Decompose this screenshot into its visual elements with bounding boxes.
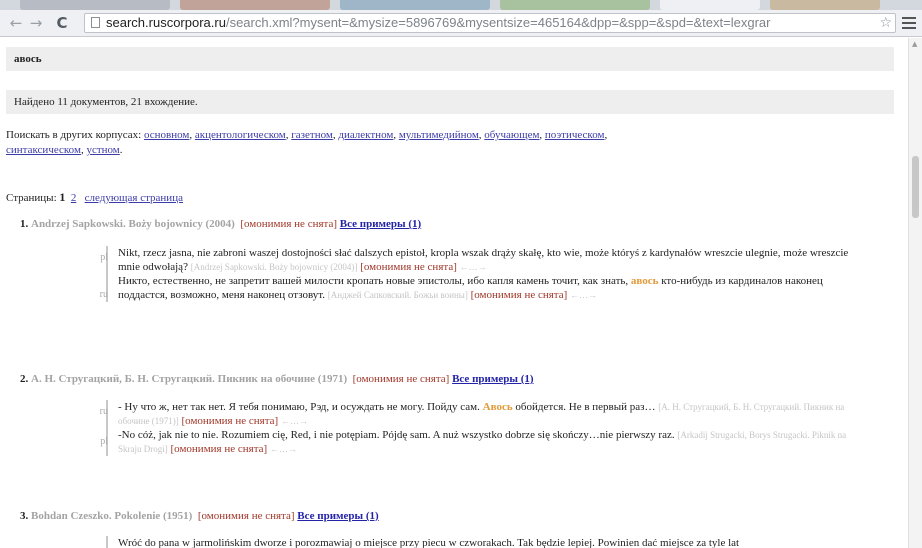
homonymy-note: [омонимия не снята] xyxy=(470,289,568,301)
example-ru: ru - Ну что ж, нет так нет. Я тебя поним… xyxy=(100,400,866,428)
corpus-link[interactable]: мультимедийном xyxy=(399,129,479,141)
document-title[interactable]: А. Н. Стругацкий, Б. Н. Стругацкий. Пикн… xyxy=(31,373,347,385)
reload-icon[interactable]: C xyxy=(52,13,72,33)
example-source: [Анджей Сапковский. Божьи воины] xyxy=(327,290,468,300)
corpus-link[interactable]: основном xyxy=(144,129,189,141)
pagination: Страницы: 1 2 следующая страница xyxy=(6,190,183,205)
url-host: search.ruscorpora.ru xyxy=(106,15,226,30)
menu-icon[interactable] xyxy=(900,14,918,32)
document-number: 2. xyxy=(20,373,29,385)
context-expand-link[interactable]: ←…→ xyxy=(570,290,597,300)
corpus-link[interactable]: поэтическом xyxy=(545,129,605,141)
context-expand-link[interactable]: ←…→ xyxy=(281,416,308,426)
query-match: Авось xyxy=(482,401,513,413)
example-text: -No cóż, jak nie to nie. Rozumiem cię, R… xyxy=(118,429,675,441)
browser-toolbar: ← → C search.ruscorpora.ru/search.xml?my… xyxy=(0,10,922,37)
lang-label: ru xyxy=(99,406,108,417)
example-pl: pl -No cóż, jak nie to nie. Rozumiem cię… xyxy=(100,428,866,456)
query-bar: авось xyxy=(6,47,894,71)
lang-label: pl xyxy=(100,252,108,263)
browser-tab[interactable] xyxy=(770,0,880,10)
page-icon xyxy=(91,17,100,28)
page-content: авось Найдено 11 документов, 21 вхождени… xyxy=(0,38,908,548)
corpus-link[interactable]: газетном xyxy=(291,129,333,141)
browser-tab[interactable] xyxy=(340,0,490,10)
page-2-link[interactable]: 2 xyxy=(71,192,77,204)
vertical-scrollbar[interactable]: ▲ xyxy=(908,38,922,548)
homonymy-note: [омонимия не снята] xyxy=(360,261,457,273)
context-expand-link[interactable]: ←…→ xyxy=(270,444,297,454)
url-path: /search.xml?mysent=&mysize=5896769&mysen… xyxy=(225,15,771,30)
next-page-link[interactable]: следующая страница xyxy=(85,192,183,204)
document-header: 2. А. Н. Стругацкий, Б. Н. Стругацкий. П… xyxy=(20,373,534,385)
address-bar[interactable]: search.ruscorpora.ru/search.xml?mysent=&… xyxy=(84,13,896,33)
example-block: pl Nikt, rzecz jasna, nie zabroni waszej… xyxy=(100,246,866,302)
document-number: 3. xyxy=(20,510,29,522)
scroll-up-icon[interactable]: ▲ xyxy=(912,40,917,48)
browser-tab[interactable] xyxy=(660,0,760,10)
homonymy-note: [омонимия не снята] xyxy=(352,373,450,385)
query-match: авось xyxy=(630,275,659,287)
found-bar: Найдено 11 документов, 21 вхождение. xyxy=(6,90,894,114)
bookmark-star-icon[interactable]: ☆ xyxy=(877,14,892,32)
context-expand-link[interactable]: ←…→ xyxy=(460,262,487,272)
document-title[interactable]: Bohdan Czeszko. Pokolenie (1951) xyxy=(31,510,192,522)
lang-label: ru xyxy=(99,289,108,300)
example-pl: pl Nikt, rzecz jasna, nie zabroni waszej… xyxy=(100,246,866,274)
forward-icon[interactable]: → xyxy=(26,13,46,33)
corpus-link[interactable]: обучающем xyxy=(484,129,539,141)
browser-tab[interactable] xyxy=(20,0,170,10)
example-block: Wróć do pana w jarmolińskim dworze i por… xyxy=(106,536,866,548)
other-corpora-label: Поискать в других корпусах: xyxy=(6,129,142,141)
document-number: 1. xyxy=(20,218,29,230)
browser-tab[interactable] xyxy=(500,0,650,10)
other-corpora: Поискать в других корпусах: основном, ак… xyxy=(6,129,608,156)
example-ru: ru Никто, естественно, не запретит вашей… xyxy=(100,274,866,302)
example-text-before: Никто, естественно, не запретит вашей ми… xyxy=(118,275,629,287)
pagination-label: Страницы: xyxy=(6,192,57,204)
tab-strip xyxy=(0,0,922,10)
all-examples-link[interactable]: Все примеры (1) xyxy=(452,373,533,385)
homonymy-note: [омонимия не снята] xyxy=(197,510,295,522)
current-page: 1 xyxy=(59,190,66,204)
example-block: ru - Ну что ж, нет так нет. Я тебя поним… xyxy=(100,400,866,456)
example-text-after: обойдется. Не в первый раз… xyxy=(515,401,656,413)
document-header: 1. Andrzej Sapkowski. Boży bojownicy (20… xyxy=(20,218,421,230)
example-text: Wróć do pana w jarmolińskim dworze i por… xyxy=(118,537,740,548)
scrollbar-thumb[interactable] xyxy=(912,156,919,218)
example-text-before: - Ну что ж, нет так нет. Я тебя понимаю,… xyxy=(118,401,480,413)
corpus-link[interactable]: акцентологическом xyxy=(195,129,286,141)
lang-label: pl xyxy=(100,436,108,447)
document-title[interactable]: Andrzej Sapkowski. Boży bojownicy (2004) xyxy=(31,218,235,230)
homonymy-note: [омонимия не снята] xyxy=(240,218,338,230)
browser-tab[interactable] xyxy=(180,0,330,10)
example-source: [Andrzej Sapkowski. Boży bojownicy (2004… xyxy=(190,262,358,272)
corpus-link[interactable]: синтаксическом xyxy=(6,144,81,156)
document-header: 3. Bohdan Czeszko. Pokolenie (1951) [омо… xyxy=(20,510,379,522)
homonymy-note: [омонимия не снята] xyxy=(181,415,279,427)
all-examples-link[interactable]: Все примеры (1) xyxy=(297,510,378,522)
back-icon[interactable]: ← xyxy=(6,13,26,33)
homonymy-note: [омонимия не снята] xyxy=(170,443,268,455)
corpus-link[interactable]: устном xyxy=(86,144,119,156)
all-examples-link[interactable]: Все примеры (1) xyxy=(340,218,421,230)
corpus-link[interactable]: диалектном xyxy=(338,129,393,141)
